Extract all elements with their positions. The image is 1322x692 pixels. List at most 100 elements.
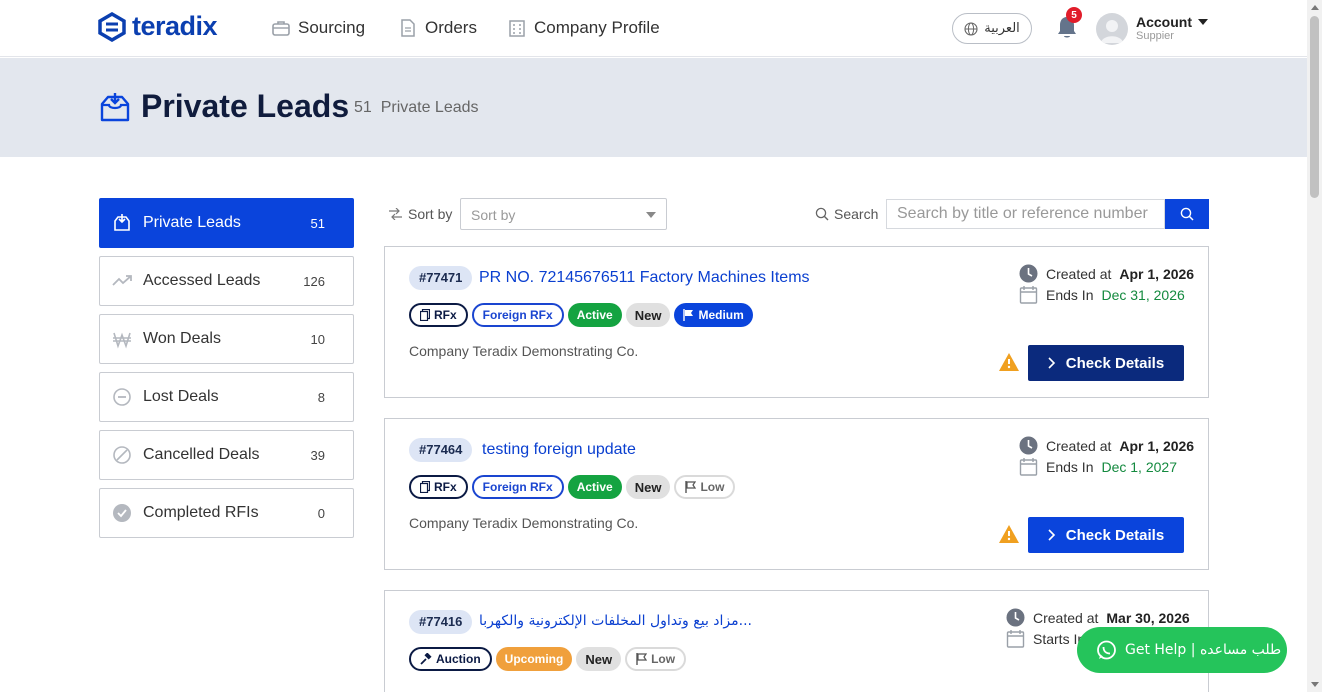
- language-switch-button[interactable]: العربية: [952, 13, 1032, 44]
- warning-icon: [999, 353, 1019, 371]
- clock-icon: [1019, 436, 1038, 455]
- lead-title-link[interactable]: مزاد بيع وتداول المخلفات الإلكترونية وال…: [479, 613, 752, 629]
- sort-caret-icon[interactable]: [646, 212, 656, 218]
- created-value: Apr 1, 2026: [1119, 437, 1195, 454]
- calendar-icon: [1019, 458, 1038, 476]
- clock-icon: [1019, 264, 1038, 283]
- get-help-label: Get Help | طلب مساعده: [1125, 642, 1282, 658]
- won-currency-icon: [113, 332, 131, 349]
- search-button[interactable]: [1165, 199, 1209, 229]
- sort-label: Sort by: [388, 206, 452, 222]
- tag-priority-low: Low: [625, 647, 687, 671]
- nav-sourcing[interactable]: Sourcing: [272, 18, 365, 38]
- avatar[interactable]: [1096, 13, 1128, 45]
- minus-circle-icon: [113, 388, 131, 406]
- flag-icon: [683, 309, 694, 321]
- tag-priority-low: Low: [674, 475, 736, 499]
- lead-reference: #77464: [409, 438, 473, 462]
- sidebar-item-label: Won Deals: [143, 330, 221, 347]
- search-label: Search: [815, 206, 878, 222]
- account-dropdown-caret-icon[interactable]: [1198, 19, 1208, 25]
- lead-title-link[interactable]: testing foreign update: [482, 441, 636, 459]
- tag-label: RFx: [434, 308, 457, 322]
- page-scrollbar[interactable]: [1307, 0, 1322, 692]
- tag-label: RFx: [434, 480, 457, 494]
- tag-status-active: Active: [567, 303, 622, 327]
- scroll-down-arrow-icon[interactable]: [1311, 682, 1319, 687]
- sidebar-item-won-deals[interactable]: Won Deals 10: [99, 314, 354, 364]
- get-help-button[interactable]: Get Help | طلب مساعده: [1077, 627, 1287, 673]
- lead-title-link[interactable]: PR NO. 72145676511 Factory Machines Item…: [479, 269, 810, 287]
- sidebar-item-label: Completed RFIs: [143, 504, 259, 521]
- created-label: Created at: [1046, 265, 1112, 282]
- sidebar-item-private-leads[interactable]: Private Leads 51: [99, 198, 354, 248]
- sort-select[interactable]: Sort by: [460, 198, 667, 230]
- sidebar-item-lost-deals[interactable]: Lost Deals 8: [99, 372, 354, 422]
- check-details-button[interactable]: Check Details: [1028, 517, 1184, 553]
- brand-logo[interactable]: teradix: [98, 11, 218, 42]
- language-label: العربية: [984, 21, 1020, 36]
- lead-created-date: Created at Apr 1, 2026: [1019, 436, 1194, 455]
- lead-company: Company Teradix Demonstrating Co.: [409, 515, 639, 531]
- tag-rfx: RFx: [409, 475, 468, 499]
- nav-company-profile[interactable]: Company Profile: [508, 18, 660, 38]
- lead-tags: Auction Upcoming New Low: [409, 647, 687, 671]
- search-input[interactable]: [886, 199, 1165, 229]
- lead-card: #77471 PR NO. 72145676511 Factory Machin…: [384, 246, 1209, 398]
- page-count-label: Private Leads: [380, 99, 479, 116]
- end-label: Ends In: [1046, 458, 1094, 475]
- chevron-right-icon: [1048, 529, 1055, 541]
- slash-circle-icon: [113, 446, 131, 464]
- calendar-icon: [1006, 630, 1025, 648]
- check-details-label: Check Details: [1065, 354, 1165, 372]
- tag-new: New: [576, 647, 622, 671]
- scroll-up-arrow-icon[interactable]: [1311, 5, 1319, 10]
- briefcase-icon: [272, 21, 290, 36]
- tag-new: New: [625, 303, 671, 327]
- lead-start-date: Starts In: [1006, 629, 1085, 648]
- tag-foreign-rfx: Foreign RFx: [471, 475, 564, 499]
- trend-up-icon: [112, 275, 132, 286]
- nav-orders[interactable]: Orders: [399, 18, 477, 38]
- notification-count-badge: 5: [1066, 7, 1082, 23]
- page-lead-count: 51 Private Leads: [354, 99, 479, 117]
- search-icon: [1180, 207, 1194, 221]
- sidebar-item-count: 39: [310, 448, 325, 463]
- scroll-thumb[interactable]: [1310, 16, 1319, 198]
- nav-sourcing-label: Sourcing: [298, 18, 366, 37]
- lead-tags: RFx Foreign RFx Active New Low: [409, 475, 736, 499]
- nav-company-profile-label: Company Profile: [534, 18, 660, 37]
- globe-icon: [964, 21, 978, 36]
- inbox-download-icon: [100, 93, 130, 122]
- lead-created-date: Created at Apr 1, 2026: [1019, 264, 1194, 283]
- check-details-label: Check Details: [1065, 526, 1165, 544]
- sidebar-item-count: 51: [310, 216, 325, 231]
- document-icon: [401, 19, 415, 37]
- copy-document-icon: [420, 309, 430, 321]
- end-value: Dec 1, 2027: [1101, 458, 1177, 475]
- end-label: Ends In: [1046, 286, 1094, 303]
- tag-label: Auction: [436, 652, 481, 666]
- nav-orders-label: Orders: [425, 18, 477, 37]
- account-name[interactable]: Account: [1136, 14, 1192, 30]
- sidebar-item-label: Lost Deals: [143, 388, 219, 405]
- top-nav: teradix Sourcing Orders Company Profile …: [0, 0, 1307, 57]
- created-value: Apr 1, 2026: [1119, 265, 1195, 282]
- tag-label: Medium: [698, 308, 744, 322]
- tag-auction: Auction: [409, 647, 492, 671]
- created-value: Mar 30, 2026: [1106, 609, 1190, 626]
- lead-company: Company Teradix Demonstrating Co.: [409, 343, 639, 359]
- check-details-button[interactable]: Check Details: [1028, 345, 1184, 381]
- sort-label-text: Sort by: [408, 206, 453, 222]
- created-label: Created at: [1046, 437, 1112, 454]
- tag-rfx: RFx: [409, 303, 468, 327]
- end-value: Dec 31, 2026: [1101, 286, 1185, 303]
- sidebar-item-completed-rfis[interactable]: Completed RFIs 0: [99, 488, 354, 538]
- search-icon: [815, 207, 829, 221]
- lead-end-date: Ends In Dec 31, 2026: [1019, 285, 1185, 304]
- sidebar-item-label: Accessed Leads: [143, 272, 261, 289]
- sidebar-item-cancelled-deals[interactable]: Cancelled Deals 39: [99, 430, 354, 480]
- sidebar-item-accessed-leads[interactable]: Accessed Leads 126: [99, 256, 354, 306]
- tag-status-active: Active: [567, 475, 622, 499]
- tag-priority-medium: Medium: [674, 303, 753, 327]
